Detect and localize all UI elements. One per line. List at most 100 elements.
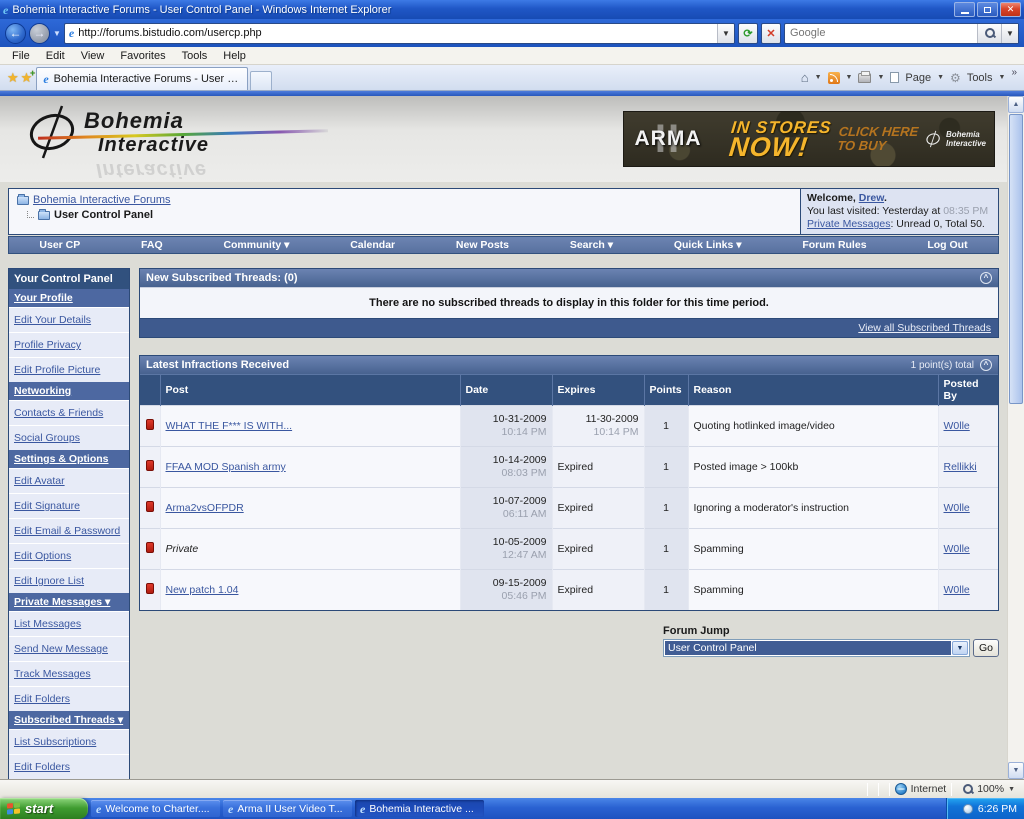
post-link[interactable]: WHAT THE F*** IS WITH... — [166, 420, 293, 432]
sidebar-item-edit-ignore-list[interactable]: Edit Ignore List — [9, 568, 129, 593]
stop-button[interactable]: ✕ — [761, 22, 781, 44]
post-link[interactable]: New patch 1.04 — [166, 584, 239, 596]
tab-active[interactable]: e Bohemia Interactive Forums - User Cont… — [36, 67, 249, 90]
posted-by-link[interactable]: W0lle — [944, 502, 970, 514]
nav-community[interactable]: Community ▾ — [223, 239, 289, 251]
menu-help[interactable]: Help — [215, 50, 254, 62]
nav-usercp[interactable]: User CP — [39, 239, 80, 251]
minimize-button[interactable] — [954, 2, 975, 17]
security-zone: Internet — [910, 783, 947, 795]
sidebar-item-send-new-message[interactable]: Send New Message — [9, 636, 129, 661]
address-dropdown-button[interactable]: ▼ — [717, 23, 734, 43]
scrollbar-thumb[interactable] — [1009, 114, 1023, 404]
sidebar-section-settings-options[interactable]: Settings & Options — [9, 450, 129, 468]
refresh-button[interactable]: ⟳ — [738, 22, 758, 44]
scroll-down-button[interactable]: ▼ — [1008, 762, 1024, 779]
menu-view[interactable]: View — [73, 50, 113, 62]
menu-tools[interactable]: Tools — [174, 50, 216, 62]
private-messages-link[interactable]: Private Messages — [807, 218, 890, 230]
sidebar-item-track-messages[interactable]: Track Messages — [9, 661, 129, 686]
go-button[interactable]: Go — [972, 639, 999, 657]
menu-edit[interactable]: Edit — [38, 50, 73, 62]
site-logo[interactable]: Bohemia Interactive — [26, 104, 328, 160]
col-reason: Reason — [687, 374, 938, 406]
sidebar-section-private-messages[interactable]: Private Messages ▾ — [9, 593, 129, 611]
back-button[interactable]: ← — [5, 22, 26, 44]
print-dropdown-icon[interactable]: ▼ — [877, 74, 884, 81]
home-dropdown-icon[interactable]: ▼ — [815, 74, 822, 81]
nav-calendar[interactable]: Calendar — [350, 239, 395, 251]
sidebar-item-edit-folders-pm[interactable]: Edit Folders — [9, 686, 129, 711]
new-tab-button[interactable] — [250, 71, 273, 90]
sidebar-item-list-messages[interactable]: List Messages — [9, 611, 129, 636]
taskbar-item-arma-video[interactable]: e Arma II User Video T... — [223, 800, 352, 817]
sidebar-section-your-profile[interactable]: Your Profile — [9, 289, 129, 307]
arma2-banner-ad[interactable]: II ARMA IN STORES NOW! CLICK HERE TO BUY — [623, 111, 995, 167]
nav-logout[interactable]: Log Out — [927, 239, 967, 251]
history-dropdown-icon[interactable]: ▼ — [53, 29, 61, 38]
nav-newposts[interactable]: New Posts — [456, 239, 509, 251]
sidebar-section-subscribed-threads[interactable]: Subscribed Threads ▾ — [9, 711, 129, 729]
vertical-scrollbar[interactable]: ▲ ▼ — [1007, 96, 1024, 779]
start-button[interactable]: start — [0, 798, 88, 819]
taskbar-item-bohemia[interactable]: e Bohemia Interactive ... — [355, 800, 484, 817]
print-icon[interactable] — [858, 70, 872, 83]
search-dropdown-button[interactable]: ▼ — [1001, 23, 1018, 43]
menu-favorites[interactable]: Favorites — [112, 50, 173, 62]
search-button[interactable] — [977, 23, 1001, 43]
favorites-star-icon[interactable]: ★ — [7, 70, 19, 86]
rss-dropdown-icon[interactable]: ▼ — [846, 74, 853, 81]
view-all-subscribed-link[interactable]: View all Subscribed Threads — [858, 322, 991, 334]
menu-file[interactable]: File — [4, 50, 38, 62]
nav-forumrules[interactable]: Forum Rules — [802, 239, 866, 251]
zoom-control[interactable]: 100% ▼ — [957, 783, 1021, 795]
sidebar-item-social-groups[interactable]: Social Groups — [9, 425, 129, 450]
search-box[interactable]: ▼ — [784, 22, 1019, 44]
sidebar-item-contacts-friends[interactable]: Contacts & Friends — [9, 400, 129, 425]
collapse-icon[interactable]: ^ — [980, 359, 992, 371]
rss-icon[interactable] — [827, 71, 840, 84]
posted-by-link[interactable]: W0lle — [944, 420, 970, 432]
posted-by-link[interactable]: W0lle — [944, 543, 970, 555]
sidebar-section-networking[interactable]: Networking — [9, 382, 129, 400]
home-icon[interactable]: ⌂ — [801, 70, 809, 85]
posted-by-link[interactable]: Rellikki — [944, 461, 977, 473]
add-favorite-icon[interactable]: ★ — [21, 68, 35, 86]
breadcrumb-root-link[interactable]: Bohemia Interactive Forums — [33, 193, 171, 208]
sidebar-item-profile-privacy[interactable]: Profile Privacy — [9, 332, 129, 357]
scroll-up-button[interactable]: ▲ — [1008, 96, 1024, 113]
sidebar-item-edit-signature[interactable]: Edit Signature — [9, 493, 129, 518]
zoom-dropdown-icon[interactable]: ▼ — [1008, 786, 1015, 793]
tools-dropdown-icon[interactable]: ▼ — [999, 74, 1006, 81]
nav-quicklinks[interactable]: Quick Links ▾ — [674, 239, 742, 251]
username-link[interactable]: Drew — [859, 192, 884, 204]
sidebar-item-edit-email-password[interactable]: Edit Email & Password — [9, 518, 129, 543]
tools-menu-button[interactable]: Tools — [967, 72, 993, 84]
page-dropdown-icon[interactable]: ▼ — [937, 74, 944, 81]
post-link[interactable]: FFAA MOD Spanish army — [166, 461, 286, 473]
page-menu-button[interactable]: Page — [905, 72, 931, 84]
sidebar-item-edit-folders-sub[interactable]: Edit Folders — [9, 754, 129, 779]
posted-by-link[interactable]: W0lle — [944, 584, 970, 596]
post-link[interactable]: Arma2vsOFPDR — [166, 502, 244, 514]
search-input[interactable] — [785, 27, 977, 39]
address-field[interactable]: e http://forums.bistudio.com/usercp.php … — [63, 22, 735, 44]
forum-jump-select[interactable]: User Control Panel ▼ — [663, 639, 970, 657]
collapse-icon[interactable]: ^ — [980, 272, 992, 284]
chevron-down-icon[interactable]: ▼ — [951, 641, 968, 655]
toolbar-overflow-icon[interactable]: » — [1011, 67, 1017, 78]
sidebar-item-edit-details[interactable]: Edit Your Details — [9, 307, 129, 332]
sidebar-item-edit-profile-picture[interactable]: Edit Profile Picture — [9, 357, 129, 382]
restore-button[interactable] — [977, 2, 998, 17]
tray-volume-icon[interactable] — [962, 803, 973, 814]
nav-faq[interactable]: FAQ — [141, 239, 163, 251]
url-text[interactable]: http://forums.bistudio.com/usercp.php — [78, 27, 713, 39]
nav-search[interactable]: Search ▾ — [570, 239, 613, 251]
scrollbar-track[interactable] — [1008, 405, 1024, 762]
sidebar-item-list-subscriptions[interactable]: List Subscriptions — [9, 729, 129, 754]
sidebar-item-edit-avatar[interactable]: Edit Avatar — [9, 468, 129, 493]
taskbar-item-charter[interactable]: e Welcome to Charter.... — [91, 800, 220, 817]
close-button[interactable]: ✕ — [1000, 2, 1021, 17]
forward-button[interactable]: → — [29, 22, 50, 44]
sidebar-item-edit-options[interactable]: Edit Options — [9, 543, 129, 568]
